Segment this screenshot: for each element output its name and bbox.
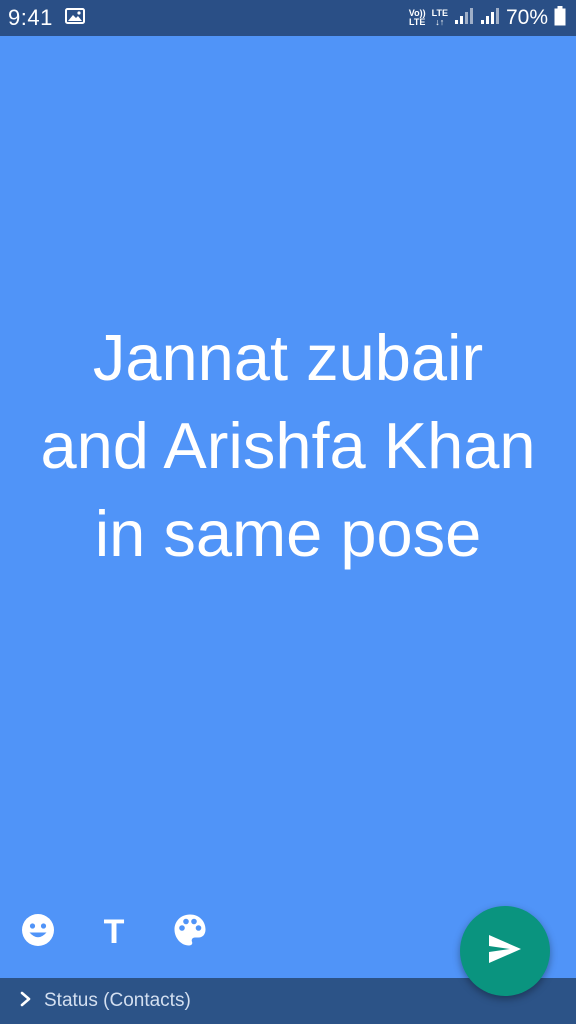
text-style-button[interactable]: T [94, 912, 134, 952]
status-tools: T [18, 912, 246, 952]
chevron-right-icon [20, 991, 32, 1012]
lte-indicator: LTE ↓↑ [432, 9, 448, 27]
clock: 9:41 [8, 5, 53, 30]
status-bar: 9:41 Vo)) LTE LTE ↓↑ 70% [0, 0, 576, 36]
status-bar-left: 9:41 [8, 5, 85, 31]
status-bar-right: Vo)) LTE LTE ↓↑ 70% [409, 5, 566, 31]
audience-label: Status (Contacts) [44, 990, 191, 1011]
battery-percent: 70% [505, 6, 548, 29]
volte-bottom-text: LTE [409, 17, 426, 27]
status-canvas[interactable]: Jannat zubair and Arishfa Khan in same p… [0, 36, 576, 978]
status-text[interactable]: Jannat zubair and Arishfa Khan in same p… [30, 314, 546, 578]
emoji-button[interactable] [18, 912, 58, 952]
text-style-label: T [103, 912, 125, 951]
volte-indicator: Vo)) LTE [409, 9, 426, 27]
image-notification-icon [64, 7, 85, 29]
background-color-button[interactable] [170, 912, 210, 952]
send-icon [488, 934, 522, 969]
signal-icon-sim1 [454, 7, 474, 30]
smiley-icon [21, 913, 55, 952]
battery-icon [554, 5, 566, 31]
lte-bottom-text: ↓↑ [435, 17, 445, 27]
palette-icon [173, 913, 207, 952]
signal-icon-sim2 [480, 7, 500, 30]
send-button[interactable] [460, 906, 550, 996]
